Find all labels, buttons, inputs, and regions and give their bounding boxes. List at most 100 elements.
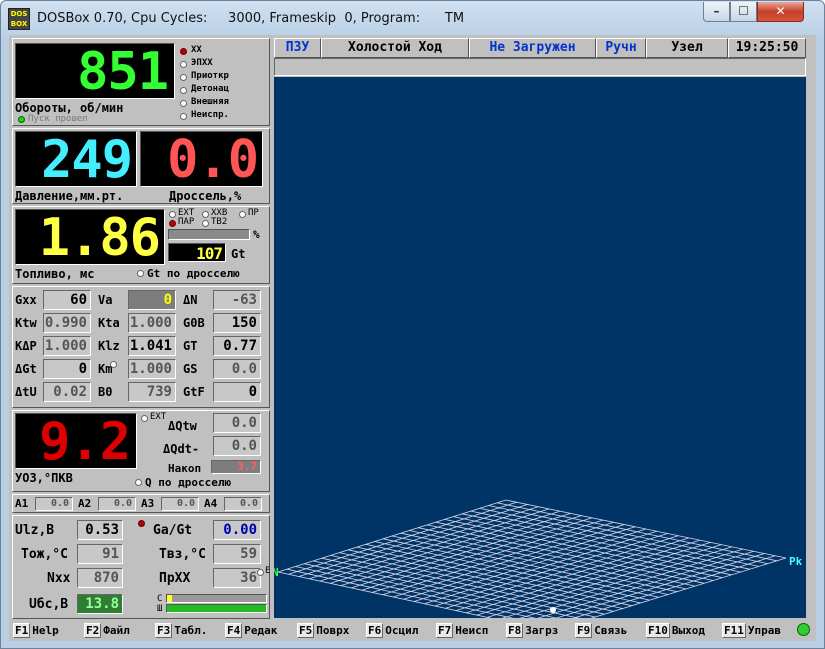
bar-c-label: С xyxy=(157,594,163,604)
param-label: Klz xyxy=(98,339,120,353)
maximize-button[interactable]: ☐ xyxy=(730,2,757,22)
sensor-label: Tвз,°C xyxy=(159,547,206,562)
fkey-key: F6 xyxy=(366,623,384,638)
fuel-par-radio[interactable] xyxy=(169,220,176,227)
operating-point-marker xyxy=(550,607,556,613)
mode-xx-radio[interactable] xyxy=(180,48,187,55)
mode-epxx-radio[interactable] xyxy=(180,61,187,68)
mode-neispr-label: Неиспр. xyxy=(191,110,229,120)
fuel-percent-bar xyxy=(168,229,250,240)
mode-priotkr-label: Приоткр xyxy=(191,71,229,81)
fkey-label: Редак xyxy=(244,624,278,637)
fkey-key: F8 xyxy=(506,623,524,638)
sensor-value-field: 0.53 xyxy=(77,520,123,540)
title-bar[interactable]: DOS BOX DOSBox 0.70, Cpu Cycles: 3000, F… xyxy=(1,1,824,35)
fkey-key: F7 xyxy=(436,623,454,638)
fuel-pr-radio[interactable] xyxy=(239,211,246,218)
mode-epxx-label: ЭПХХ xyxy=(191,58,213,68)
status-pzu[interactable]: ПЗУ xyxy=(274,38,321,58)
fuel-ext-radio[interactable] xyxy=(169,211,176,218)
param-value-field: 0 xyxy=(43,359,91,379)
gt-throttle-label: Gt по дросселю xyxy=(147,267,240,280)
sensor-e-radio[interactable] xyxy=(257,569,264,576)
sensor-value-field: 91 xyxy=(77,544,123,564)
status-bar: ПЗУ Холостой Ход Не Загружен Ручн Узел 1… xyxy=(274,38,814,58)
rpm-group: 851 Обороты, об/мин Пуск прошел ХХ ЭПХХ Пр… xyxy=(12,38,270,126)
fkey-button[interactable]: F4 Редак xyxy=(225,622,277,639)
param-value-field: 0.0 xyxy=(213,359,261,379)
fkey-label: Файл xyxy=(103,624,130,637)
fkey-button[interactable]: F3 Табл. xyxy=(155,622,207,639)
fkey-button[interactable]: F5 Поврх xyxy=(297,622,349,639)
bar-c-fill xyxy=(167,595,172,602)
mode-priotkr-radio[interactable] xyxy=(180,74,187,81)
bar-w-fill xyxy=(167,605,266,612)
param-value-field: 60 xyxy=(43,290,91,310)
fuel-label: Топливо, мс xyxy=(15,267,95,281)
mode-vneshnyaya-label: Внешняя xyxy=(191,97,229,107)
params-group: Gxx 60 Va 0 ΔN -63 Ktw 0.990 Kta 1.000 G0B 150 KΔP 1.… xyxy=(12,286,270,408)
start-indicator-icon xyxy=(18,116,25,123)
param-value-field: 0.02 xyxy=(43,382,91,402)
fuel-xxv-radio[interactable] xyxy=(202,211,209,218)
fkey-button[interactable]: F6 Осцил xyxy=(366,622,418,639)
close-button[interactable]: ✕ xyxy=(757,2,804,22)
param-label: GtF xyxy=(183,385,205,399)
fkey-button[interactable]: F8 Загрз xyxy=(506,622,558,639)
param-label: KΔP xyxy=(15,339,37,353)
start-status-label: Пуск прошел xyxy=(28,114,88,124)
mode-detonac-radio[interactable] xyxy=(180,87,187,94)
status-manual[interactable]: Ручн xyxy=(596,38,646,58)
fkey-button[interactable]: F7 Неисп xyxy=(436,622,488,639)
dos-screen[interactable]: 851 Обороты, об/мин Пуск прошел ХХ ЭПХХ Пр… xyxy=(9,35,816,641)
mode-neispr-radio[interactable] xyxy=(180,113,187,120)
fuel-tv2-radio[interactable] xyxy=(202,220,209,227)
q-throttle-radio[interactable] xyxy=(135,479,142,486)
ignition-ext-radio[interactable] xyxy=(141,415,148,422)
fkey-button[interactable]: F1 Help xyxy=(13,622,59,639)
status-load: Не Загружен xyxy=(469,38,596,58)
gt-throttle-radio[interactable] xyxy=(137,270,144,277)
status-mode: Холостой Ход xyxy=(321,38,469,58)
analog-label: A2 xyxy=(78,497,92,510)
param-value-field: 0.990 xyxy=(43,313,91,333)
fkey-button[interactable]: F11 Управ xyxy=(722,622,781,639)
fkey-button[interactable]: F9 Связь xyxy=(575,622,627,639)
fkey-button[interactable]: F10 Выход xyxy=(646,622,705,639)
ulz-indicator-icon xyxy=(138,520,145,527)
fuel-tv2-label: ТВ2 xyxy=(211,217,228,227)
fkey-label: Загрз xyxy=(525,624,559,637)
fkey-key: F2 xyxy=(84,623,102,638)
param-value-field: 0.77 xyxy=(213,336,261,356)
mode-vneshnyaya-radio[interactable] xyxy=(180,100,187,107)
status-node: Узел xyxy=(646,38,728,58)
message-bar xyxy=(274,58,806,76)
dqdt-label: ΔQdt- xyxy=(163,442,200,456)
q-throttle-label: Q по дросселю xyxy=(145,476,232,489)
surface-mesh xyxy=(277,499,787,618)
param-label: G0B xyxy=(183,316,205,330)
fkey-label: Help xyxy=(32,624,59,637)
surface-3d-view[interactable]: PkN0 xyxy=(274,77,806,618)
dosbox-app-icon: DOS BOX xyxy=(8,8,30,30)
param-label: GS xyxy=(183,362,198,376)
fuel-display: 1.86 xyxy=(15,209,165,265)
throttle-display: 0.0 xyxy=(140,131,263,187)
bar-c xyxy=(166,594,267,603)
nakop-field: 3.7 xyxy=(211,460,261,474)
dqtw-label: ΔQtw xyxy=(168,419,197,433)
analog-label: A4 xyxy=(204,497,218,510)
bar-w xyxy=(166,604,267,613)
fkey-label: Связь xyxy=(594,624,628,637)
sensor-value-field: 870 xyxy=(77,568,123,588)
analog-value-field: 0.0 xyxy=(224,497,262,511)
param-value-field: 739 xyxy=(128,382,176,402)
params-option-radio[interactable] xyxy=(110,361,117,368)
analog-label: A3 xyxy=(141,497,155,510)
fkey-button[interactable]: F2 Файл xyxy=(84,622,130,639)
fuel-group: 1.86 EXT ХХВ ПР ПАР ТВ2 % 107 Gt Топливо… xyxy=(12,206,270,284)
minimize-button[interactable]: – xyxy=(703,2,730,22)
analog-group: A1 0.0 A2 0.0 A3 0.0 A4 0.0 xyxy=(12,494,270,513)
fkey-key: F9 xyxy=(575,623,593,638)
param-value-field: 1.000 xyxy=(128,313,176,333)
